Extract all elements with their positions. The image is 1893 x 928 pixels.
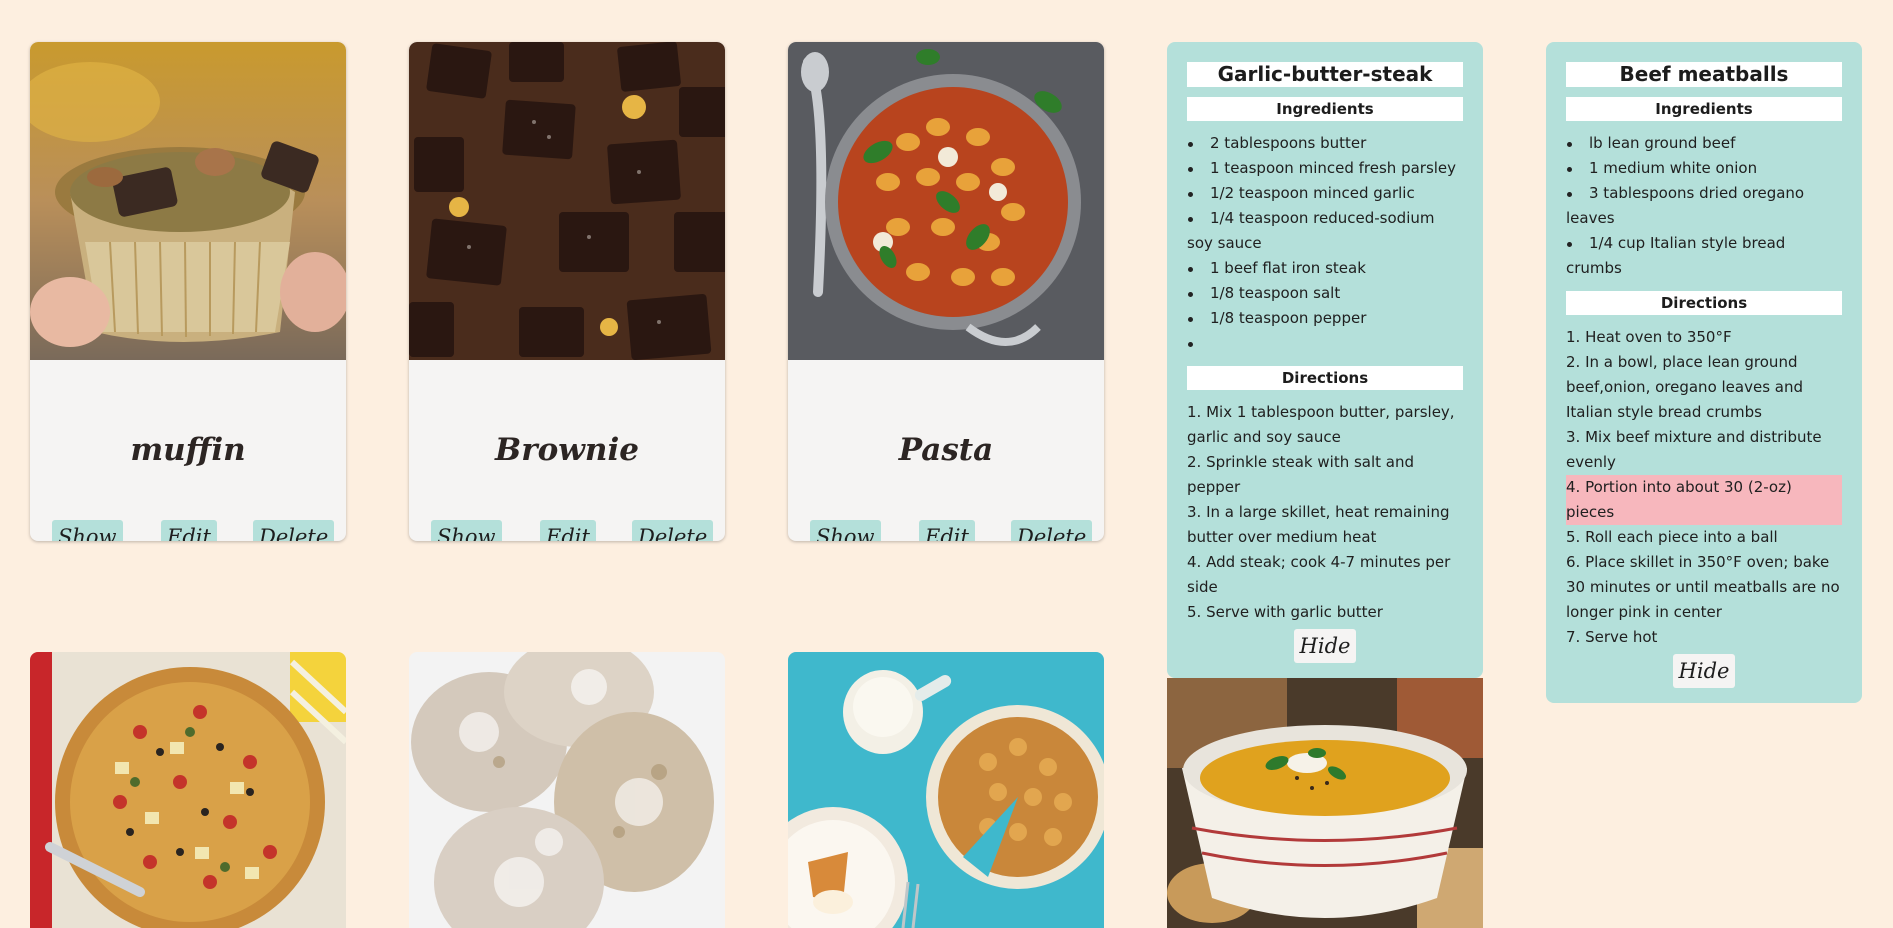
ingredient-item: 1 beef flat iron steak	[1187, 256, 1463, 281]
recipe-card-brownie: Brownie Show Edit Delete	[409, 42, 725, 541]
delete-button[interactable]: Delete	[253, 520, 335, 541]
recipe-detail-garlic-butter-steak: Garlic-butter-steak Ingredients 2 tables…	[1167, 42, 1483, 678]
recipe-card-pasta: Pasta Show Edit Delete	[788, 42, 1104, 541]
muffin-photo	[30, 42, 346, 360]
direction-step: 3. In a large skillet, heat remaining bu…	[1187, 503, 1450, 546]
direction-step: 5. Roll each piece into a ball	[1566, 528, 1778, 546]
ingredients-list: lb lean ground beef 1 medium white onion…	[1566, 131, 1842, 281]
ingredient-item-empty	[1187, 331, 1463, 356]
flatbread-photo	[409, 652, 725, 928]
edit-button[interactable]: Edit	[540, 520, 596, 541]
detail-title: Beef meatballs	[1566, 62, 1842, 87]
ingredient-item: lb lean ground beef	[1566, 131, 1842, 156]
direction-step: 5. Serve with garlic butter	[1187, 603, 1383, 621]
directions-list: 1. Heat oven to 350°F 2. In a bowl, plac…	[1566, 325, 1842, 650]
recipe-card-muffin: muffin Show Edit Delete	[30, 42, 346, 541]
recipe-title: Brownie	[495, 432, 639, 468]
ingredients-list: 2 tablespoons butter 1 teaspoon minced f…	[1187, 131, 1463, 356]
direction-step: 3. Mix beef mixture and distribute evenl…	[1566, 428, 1822, 471]
recipe-detail-beef-meatballs: Beef meatballs Ingredients lb lean groun…	[1546, 42, 1862, 703]
ingredient-item: 1/8 teaspoon pepper	[1187, 306, 1463, 331]
show-button[interactable]: Show	[52, 520, 123, 541]
direction-step: 2. In a bowl, place lean ground beef,oni…	[1566, 353, 1804, 421]
direction-step: 7. Serve hot	[1566, 628, 1658, 646]
brownie-photo	[409, 42, 725, 360]
hide-button[interactable]: Hide	[1672, 654, 1736, 688]
soup-photo	[1167, 678, 1483, 928]
direction-step: 1. Heat oven to 350°F	[1566, 328, 1732, 346]
direction-step: 2. Sprinkle steak with salt and pepper	[1187, 453, 1415, 496]
direction-step-highlighted: 4. Portion into about 30 (2-oz) pieces	[1566, 475, 1842, 525]
ingredient-item: 1/4 teaspoon reduced-sodium soy sauce	[1187, 206, 1463, 256]
ingredient-item: 1/4 cup Italian style bread crumbs	[1566, 231, 1842, 281]
directions-heading: Directions	[1187, 366, 1463, 390]
show-button[interactable]: Show	[810, 520, 881, 541]
directions-heading: Directions	[1566, 291, 1842, 315]
ingredient-item: 1/2 teaspoon minced garlic	[1187, 181, 1463, 206]
pizza-photo	[30, 652, 346, 928]
ingredient-item: 2 tablespoons butter	[1187, 131, 1463, 156]
ingredient-item: 1/8 teaspoon salt	[1187, 281, 1463, 306]
delete-button[interactable]: Delete	[632, 520, 714, 541]
ingredient-item: 1 teaspoon minced fresh parsley	[1187, 156, 1463, 181]
direction-step: 6. Place skillet in 350°F oven; bake 30 …	[1566, 553, 1840, 621]
pasta-photo	[788, 42, 1104, 360]
edit-button[interactable]: Edit	[161, 520, 217, 541]
direction-step: 4. Add steak; cook 4-7 minutes per side	[1187, 553, 1451, 596]
show-button[interactable]: Show	[431, 520, 502, 541]
ingredient-item: 3 tablespoons dried oregano leaves	[1566, 181, 1842, 231]
ingredient-item: 1 medium white onion	[1566, 156, 1842, 181]
tart-photo	[788, 652, 1104, 928]
recipe-title: muffin	[130, 432, 246, 468]
edit-button[interactable]: Edit	[919, 520, 975, 541]
ingredients-heading: Ingredients	[1187, 97, 1463, 121]
ingredients-heading: Ingredients	[1566, 97, 1842, 121]
detail-title: Garlic-butter-steak	[1187, 62, 1463, 87]
directions-list: 1. Mix 1 tablespoon butter, parsley, gar…	[1187, 400, 1463, 625]
recipe-title: Pasta	[898, 432, 994, 468]
delete-button[interactable]: Delete	[1011, 520, 1093, 541]
direction-step: 1. Mix 1 tablespoon butter, parsley, gar…	[1187, 403, 1455, 446]
hide-button[interactable]: Hide	[1293, 629, 1357, 663]
